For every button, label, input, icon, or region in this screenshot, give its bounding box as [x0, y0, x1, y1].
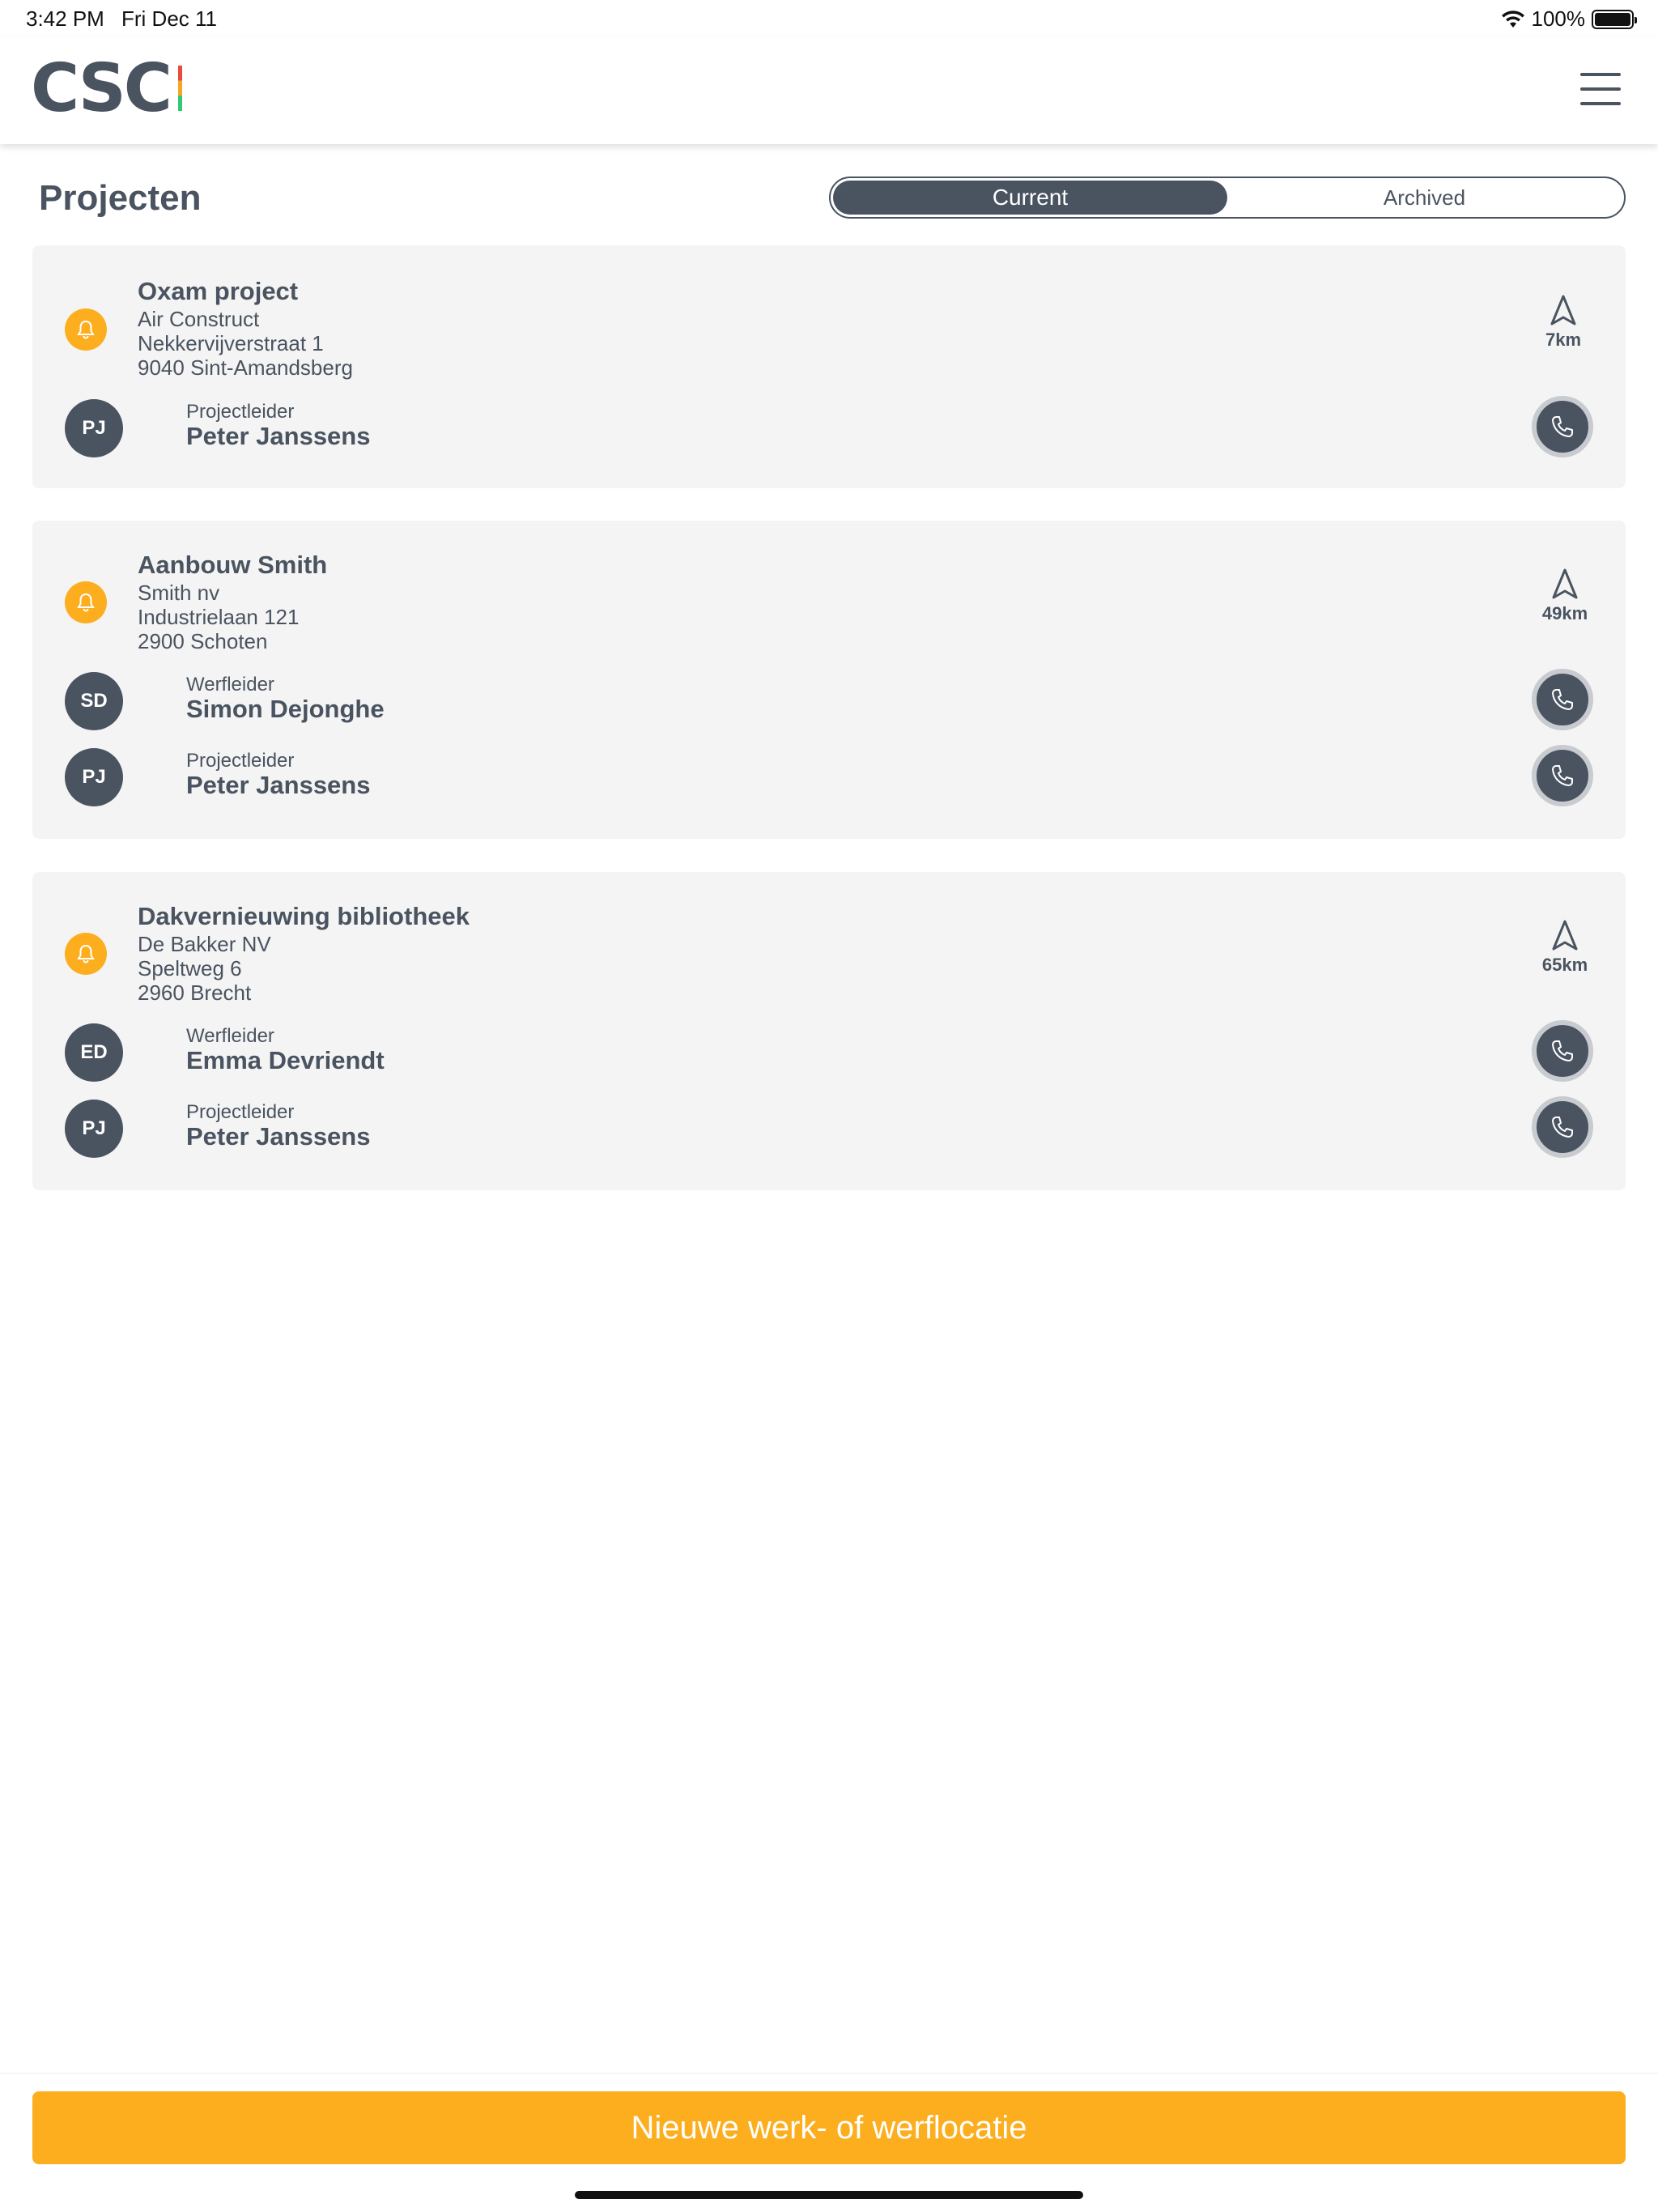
phone-icon: [1552, 1117, 1573, 1138]
home-indicator: [575, 2191, 1083, 2199]
status-time: 3:42 PM: [26, 6, 104, 31]
segment-current[interactable]: Current: [833, 181, 1227, 215]
distance-label: 49km: [1541, 603, 1588, 623]
contact-row: PJ Projectleider Peter Janssens: [65, 1096, 1593, 1158]
navigation-arrow-icon: [1552, 568, 1578, 599]
wifi-icon: [1501, 10, 1524, 28]
project-card[interactable]: Aanbouw Smith Smith nv Industrielaan 121…: [32, 521, 1626, 839]
contact-role: Werfleider: [186, 674, 274, 696]
contact-name: Peter Janssens: [186, 422, 371, 450]
contact-row: PJ Projectleider Peter Janssens: [65, 396, 1593, 457]
avatar: ED: [65, 1023, 123, 1082]
logo-accent-bar: [177, 66, 182, 111]
project-card[interactable]: Oxam project Air Construct Nekkervijvers…: [32, 245, 1626, 488]
contact-name: Emma Devriendt: [186, 1046, 385, 1074]
project-city: 2960 Brecht: [138, 981, 252, 1005]
avatar: PJ: [65, 399, 123, 457]
phone-icon: [1552, 765, 1573, 786]
navigate-button[interactable]: 49km: [1537, 568, 1593, 624]
project-name: Aanbouw Smith: [138, 551, 328, 579]
hamburger-menu-icon[interactable]: [1580, 73, 1621, 105]
page-title: Projecten: [39, 178, 202, 218]
navigate-button[interactable]: 7km: [1535, 294, 1592, 351]
distance-label: 65km: [1541, 955, 1588, 975]
project-street: Speltweg 6: [138, 956, 242, 981]
navigation-arrow-icon: [1552, 920, 1578, 951]
avatar: SD: [65, 672, 123, 730]
project-street: Industrielaan 121: [138, 605, 300, 629]
project-info: Dakvernieuwing bibliotheek De Bakker NV …: [138, 901, 470, 1005]
navigation-arrow-icon: [1550, 295, 1576, 325]
contact-role: Werfleider: [186, 1025, 274, 1047]
navigate-button[interactable]: 65km: [1537, 919, 1593, 976]
contact-name: Simon Dejonghe: [186, 695, 385, 723]
project-city: 2900 Schoten: [138, 629, 268, 653]
project-name: Dakvernieuwing bibliotheek: [138, 902, 470, 930]
avatar: PJ: [65, 1100, 123, 1158]
phone-icon: [1552, 416, 1573, 437]
status-indicators: 100%: [1501, 6, 1637, 32]
battery-percent: 100%: [1531, 6, 1586, 31]
contact-role: Projectleider: [186, 1101, 295, 1123]
project-info: Aanbouw Smith Smith nv Industrielaan 121…: [138, 550, 327, 653]
contact-role: Projectleider: [186, 750, 295, 772]
contact-role: Projectleider: [186, 401, 295, 423]
project-card[interactable]: Dakvernieuwing bibliotheek De Bakker NV …: [32, 872, 1626, 1190]
call-button[interactable]: [1532, 396, 1593, 457]
status-date: Fri Dec 11: [121, 6, 217, 31]
new-location-button[interactable]: Nieuwe werk- of werflocatie: [32, 2091, 1626, 2164]
contact-row: PJ Projectleider Peter Janssens: [65, 745, 1593, 806]
phone-icon: [1552, 689, 1573, 710]
call-button[interactable]: [1532, 669, 1593, 730]
csc-logo: CSC: [31, 49, 182, 127]
avatar: PJ: [65, 748, 123, 806]
contact-name: Peter Janssens: [186, 1122, 371, 1151]
project-company: Air Construct: [138, 307, 260, 331]
contact-row: ED Werfleider Emma Devriendt: [65, 1020, 1593, 1082]
project-company: De Bakker NV: [138, 932, 271, 956]
project-info: Oxam project Air Construct Nekkervijvers…: [138, 276, 353, 380]
phone-icon: [1552, 1040, 1573, 1061]
call-button[interactable]: [1532, 1020, 1593, 1082]
contact-name: Peter Janssens: [186, 771, 371, 799]
project-street: Nekkervijverstraat 1: [138, 331, 324, 355]
status-bar: 3:42 PM Fri Dec 11 100%: [0, 0, 1658, 37]
segment-archived[interactable]: Archived: [1227, 181, 1622, 215]
call-button[interactable]: [1532, 745, 1593, 806]
distance-label: 7km: [1545, 330, 1582, 350]
project-name: Oxam project: [138, 277, 299, 305]
bell-icon: [65, 308, 107, 351]
bell-icon: [65, 933, 107, 975]
app-header: CSC: [0, 37, 1658, 144]
project-city: 9040 Sint-Amandsberg: [138, 355, 353, 380]
project-company: Smith nv: [138, 581, 220, 605]
battery-icon: [1592, 9, 1637, 29]
contact-row: SD Werfleider Simon Dejonghe: [65, 669, 1593, 730]
call-button[interactable]: [1532, 1096, 1593, 1158]
status-segmented-control: Current Archived: [829, 177, 1626, 219]
bell-icon: [65, 581, 107, 623]
logo-text: CSC: [31, 49, 172, 127]
